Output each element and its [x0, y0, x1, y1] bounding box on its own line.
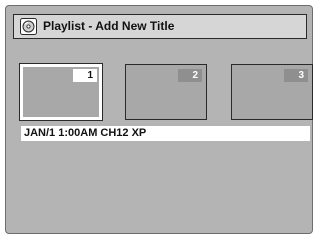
title-thumbnail-1[interactable]: 1	[19, 63, 103, 121]
title-number-badge: 1	[73, 69, 97, 82]
title-info-bar: JAN/1 1:00AM CH12 XP	[21, 126, 310, 141]
title-thumbnail-3[interactable]: 3	[231, 64, 313, 120]
recording-info: JAN/1 1:00AM CH12 XP	[24, 127, 147, 139]
page-title: Playlist - Add New Title	[43, 19, 175, 33]
disc-icon	[20, 18, 37, 35]
title-number-badge: 2	[178, 69, 202, 82]
title-thumbnail-2[interactable]: 2	[125, 64, 207, 120]
title-number-badge: 3	[284, 69, 308, 82]
title-bar: Playlist - Add New Title	[13, 14, 307, 39]
playlist-screen: Playlist - Add New Title 1 2 3 JAN/1 1:0…	[5, 5, 313, 234]
